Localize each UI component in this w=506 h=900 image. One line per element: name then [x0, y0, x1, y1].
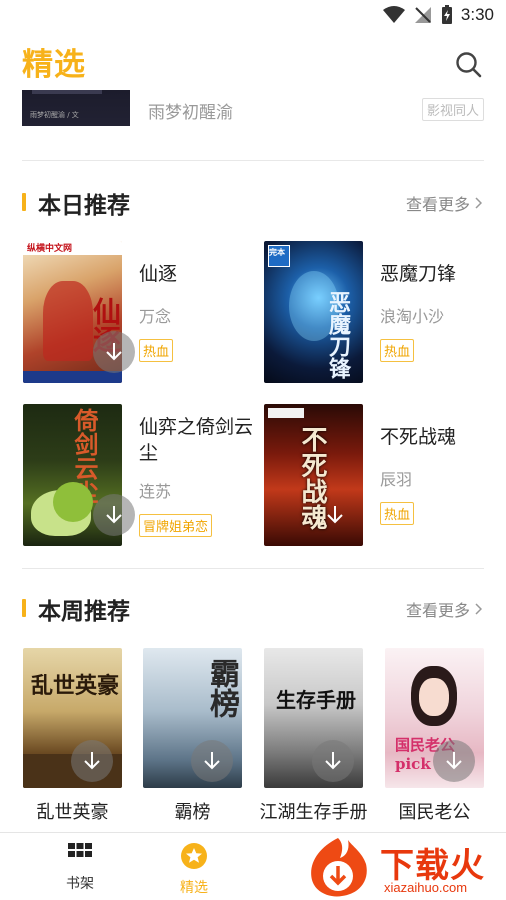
- chevron-right-icon: [475, 197, 482, 209]
- book-title: 仙弈之倚剑云尘: [139, 416, 254, 464]
- download-icon: [106, 343, 122, 361]
- section-accent-bar: [22, 193, 26, 211]
- book-card[interactable]: 倚剑云尘 仙弈之倚剑云尘 连苏 冒牌姐弟恋: [23, 404, 253, 546]
- book-title: 恶魔刀锋: [380, 263, 457, 285]
- book-title: 仙逐: [139, 263, 178, 285]
- flame-logo-icon: [311, 838, 367, 897]
- divider: [22, 568, 484, 569]
- book-title: 国民老公: [398, 802, 471, 823]
- battery-charging-icon: [441, 5, 452, 24]
- book-author: 辰羽: [380, 470, 413, 489]
- daily-section-header: 本日推荐 查看更多: [0, 184, 506, 220]
- book-title: 雨梦初醒渝: [148, 103, 233, 123]
- download-icon: [106, 506, 122, 524]
- cover-brand: 完本: [269, 247, 285, 257]
- book-card[interactable]: 不死战魂 不死战魂 辰羽 热血: [264, 404, 494, 546]
- status-bar: 3:30: [0, 0, 506, 32]
- download-button[interactable]: [312, 740, 354, 782]
- book-title: 乱世英豪: [36, 802, 109, 823]
- weekly-section-header: 本周推荐 查看更多: [0, 590, 506, 626]
- watermark-logo: 下载火 xiazaihuo.com: [296, 832, 506, 900]
- nav-item-featured[interactable]: 精选: [154, 843, 234, 897]
- download-button[interactable]: [71, 740, 113, 782]
- download-button[interactable]: [433, 740, 475, 782]
- section-accent-bar: [22, 599, 26, 617]
- book-cover: 雨梦初醒渝 / 文: [22, 90, 130, 126]
- cover-title: 恶魔刀锋: [325, 291, 351, 379]
- divider: [22, 160, 484, 161]
- more-label: 查看更多: [405, 195, 470, 214]
- book-tag: 热血: [380, 502, 415, 525]
- book-title: 霸榜: [174, 802, 211, 823]
- book-author: 浪淘小沙: [380, 307, 445, 326]
- section-title: 本日推荐: [38, 193, 130, 219]
- download-icon: [327, 506, 343, 524]
- cover-caption: 雨梦初醒渝 / 文: [30, 111, 79, 119]
- book-tag: 冒牌姐弟恋: [139, 514, 213, 537]
- nav-label: 精选: [180, 880, 208, 896]
- book-card[interactable]: 生存手册 江湖生存手册: [260, 648, 368, 838]
- no-signal-icon: [414, 7, 431, 23]
- nav-label: 书架: [66, 876, 94, 892]
- cover-title: 生存手册: [276, 688, 356, 712]
- star-icon: [181, 843, 207, 869]
- cover-title: 乱世英豪: [31, 673, 120, 699]
- book-card[interactable]: 国民老公pick 国民老公: [385, 648, 484, 838]
- watermark-url: xiazaihuo.com: [384, 880, 468, 895]
- download-button[interactable]: [314, 494, 356, 536]
- chevron-right-icon: [475, 603, 482, 615]
- book-tag: 热血: [380, 339, 415, 362]
- clock: 3:30: [460, 5, 494, 24]
- search-button[interactable]: [454, 50, 484, 80]
- weekly-more-link[interactable]: 查看更多: [406, 597, 482, 621]
- book-card[interactable]: 完本 恶魔刀锋 恶魔刀锋 浪淘小沙 热血: [264, 241, 494, 383]
- book-title: 江湖生存手册: [259, 802, 368, 823]
- search-icon: [456, 52, 482, 78]
- daily-more-link[interactable]: 查看更多: [406, 191, 482, 215]
- book-tag: 热血: [139, 339, 174, 362]
- book-card[interactable]: 乱世英豪 乱世英豪: [23, 648, 122, 838]
- download-icon: [325, 752, 341, 770]
- book-card[interactable]: 纵横中文网 仙逐 仙逐 万念 热血: [23, 241, 253, 383]
- download-button[interactable]: [93, 331, 135, 373]
- book-author: 连苏: [139, 482, 172, 501]
- grid-icon: [68, 843, 92, 857]
- list-item-partial[interactable]: 雨梦初醒渝 / 文 雨梦初醒渝 影视同人: [0, 90, 506, 130]
- download-button[interactable]: [93, 494, 135, 536]
- nav-item-bookshelf[interactable]: 书架: [40, 843, 120, 893]
- book-tag: 影视同人: [421, 98, 484, 121]
- book-card[interactable]: 霸榜 霸榜: [143, 648, 242, 838]
- app-header: 精选: [0, 34, 506, 90]
- book-author: 万念: [139, 307, 172, 326]
- section-title: 本周推荐: [38, 599, 130, 625]
- download-icon: [84, 752, 100, 770]
- book-cover: 完本 恶魔刀锋: [264, 241, 363, 383]
- wifi-icon: [382, 6, 405, 23]
- download-icon: [446, 752, 462, 770]
- more-label: 查看更多: [405, 601, 470, 620]
- download-button[interactable]: [191, 740, 233, 782]
- cover-title: 霸榜: [204, 658, 239, 718]
- cover-brand: 纵横中文网: [27, 244, 73, 254]
- download-icon: [204, 752, 220, 770]
- book-title: 不死战魂: [380, 426, 457, 448]
- page-title: 精选: [22, 47, 86, 83]
